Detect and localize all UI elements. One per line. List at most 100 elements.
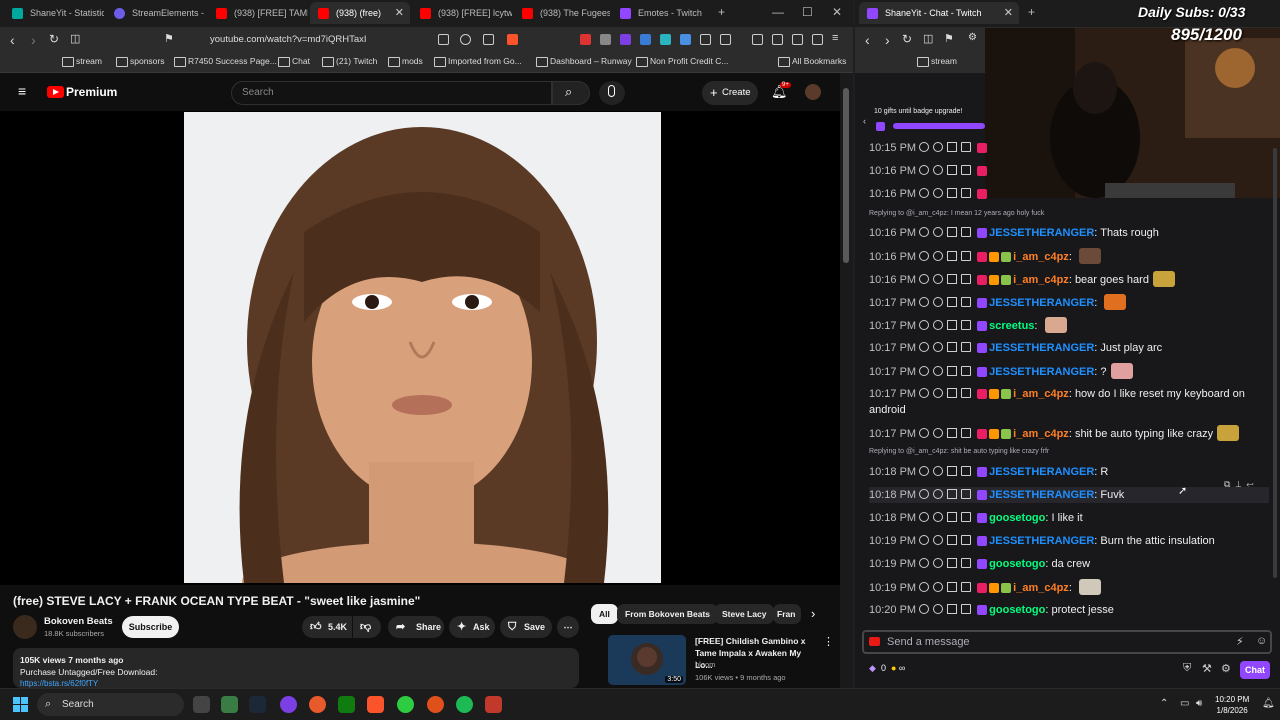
youtube-logo-icon[interactable]: [47, 86, 64, 98]
chat-username[interactable]: i_am_c4pz: [1013, 274, 1069, 286]
mod-actions[interactable]: [919, 250, 977, 262]
volume-icon[interactable]: 🔊︎: [1196, 698, 1202, 709]
delete-icon[interactable]: [961, 320, 972, 330]
chat-message[interactable]: 10:17 PM JESSETHERANGER:: [869, 294, 1269, 311]
emote-image[interactable]: [1110, 363, 1133, 379]
forward-icon[interactable]: ›: [31, 32, 36, 48]
ban-icon[interactable]: [919, 320, 930, 330]
warn-icon[interactable]: [947, 582, 958, 592]
site-settings-icon[interactable]: ⚙: [968, 32, 977, 43]
chat-message[interactable]: 10:17 PM screetus:: [869, 317, 1269, 334]
ban-icon[interactable]: [919, 388, 930, 398]
chat-message[interactable]: 10:18 PM JESSETHERANGER: R: [869, 464, 1269, 480]
chat-username[interactable]: JESSETHERANGER: [989, 466, 1094, 478]
extension-icon[interactable]: [620, 34, 631, 45]
sidebar-icon[interactable]: ◫: [923, 32, 933, 45]
tray-overflow-icon[interactable]: ⌃: [1160, 698, 1168, 709]
warn-icon[interactable]: [947, 604, 958, 614]
warn-icon[interactable]: [947, 297, 958, 307]
sidebar-icon[interactable]: ◫: [70, 32, 80, 45]
emote-image[interactable]: [1217, 425, 1240, 441]
chat-message[interactable]: 10:16 PM i_am_c4pz: bear goes hard: [869, 271, 1269, 288]
timeout-icon[interactable]: [933, 466, 944, 476]
chat-message[interactable]: 10:15 PM: [869, 140, 1269, 156]
timeout-icon[interactable]: [933, 251, 944, 261]
recommended-thumbnail[interactable]: 3:50: [608, 635, 686, 685]
windows-start-icon[interactable]: [13, 697, 28, 712]
timeout-icon[interactable]: [933, 512, 944, 522]
recommended-more-icon[interactable]: ⋮: [823, 635, 834, 648]
warn-icon[interactable]: [947, 466, 958, 476]
reload-icon[interactable]: ↻: [902, 32, 912, 46]
url-field[interactable]: youtube.com/watch?v=md7iQRHTaxI: [185, 31, 525, 49]
bookmark-all[interactable]: All Bookmarks: [778, 56, 846, 67]
collapse-icon[interactable]: ‹: [863, 116, 866, 126]
mod-actions[interactable]: [919, 465, 977, 477]
mod-actions[interactable]: [919, 273, 977, 285]
pin-icon[interactable]: ⊥: [1235, 479, 1241, 489]
chips-next-icon[interactable]: ›: [811, 606, 815, 621]
delete-icon[interactable]: [961, 227, 972, 237]
bookmark-icon[interactable]: ⚑: [944, 32, 954, 45]
mod-actions[interactable]: [919, 319, 977, 331]
extension-icon[interactable]: [600, 34, 611, 45]
bookmark-sponsors[interactable]: sponsors: [116, 56, 165, 67]
delete-icon[interactable]: [961, 251, 972, 261]
mod-actions[interactable]: [919, 603, 977, 615]
ban-icon[interactable]: [919, 142, 930, 152]
mod-actions[interactable]: [919, 226, 977, 238]
maximize-icon[interactable]: ☐: [802, 5, 813, 19]
recommended-channel[interactable]: bloom: [695, 660, 715, 669]
avatar[interactable]: [805, 84, 821, 100]
delete-icon[interactable]: [961, 604, 972, 614]
create-button[interactable]: + Create: [702, 81, 758, 105]
brave-shield-icon[interactable]: [507, 34, 518, 45]
like-button[interactable]: 👍︎ 5.4K: [302, 616, 352, 638]
chat-message[interactable]: 10:16 PM: [869, 163, 1269, 179]
new-tab-icon[interactable]: +: [1028, 5, 1035, 19]
app-icon[interactable]: [280, 696, 297, 713]
chat-input[interactable]: Send a message ⚡︎ ☺: [862, 630, 1272, 654]
chat-message[interactable]: 10:16 PM: [869, 186, 1269, 202]
cast-icon[interactable]: [438, 34, 449, 45]
chat-settings-icon[interactable]: ⚙: [1221, 662, 1231, 675]
delete-icon[interactable]: [961, 558, 972, 568]
back-icon[interactable]: ‹: [865, 32, 870, 48]
warn-icon[interactable]: [947, 489, 958, 499]
timeout-icon[interactable]: [933, 582, 944, 592]
ban-icon[interactable]: [919, 227, 930, 237]
app-icon[interactable]: [485, 696, 502, 713]
tab-statistics[interactable]: ShaneYit - Statistic: [4, 2, 104, 24]
tab-twitch-emotes[interactable]: Emotes - Twitch: [612, 2, 712, 24]
search-button[interactable]: ⌕: [552, 81, 590, 105]
bookmark-icon[interactable]: ⚑: [164, 32, 174, 45]
warn-icon[interactable]: [947, 512, 958, 522]
share-button[interactable]: ➦ Share: [388, 616, 444, 638]
chat-username[interactable]: i_am_c4pz: [1013, 388, 1069, 400]
chat-username[interactable]: JESSETHERANGER: [989, 342, 1094, 354]
reply-context[interactable]: Replying to @i_am_c4pz: I mean 12 years …: [869, 210, 1044, 217]
mod-actions[interactable]: [919, 581, 977, 593]
mod-actions[interactable]: [919, 488, 977, 500]
extension-icon[interactable]: [680, 34, 691, 45]
delete-icon[interactable]: [961, 342, 972, 352]
chat-message[interactable]: 10:17 PM JESSETHERANGER: ?: [869, 363, 1269, 380]
ban-icon[interactable]: [919, 558, 930, 568]
lightning-icon[interactable]: ⚡︎: [1236, 635, 1244, 648]
chat-username[interactable]: goosetogo: [989, 604, 1045, 616]
message-actions[interactable]: ⧉ ⊥ ↩: [1224, 479, 1254, 490]
warn-icon[interactable]: [947, 428, 958, 438]
leo-icon[interactable]: [812, 34, 823, 45]
chat-username[interactable]: JESSETHERANGER: [989, 297, 1094, 309]
delete-icon[interactable]: [961, 366, 972, 376]
ban-icon[interactable]: [919, 297, 930, 307]
tab-youtube-icytwat[interactable]: (938) [FREE] lcytwat Type: [412, 2, 512, 24]
new-tab-icon[interactable]: +: [718, 5, 725, 19]
mod-actions[interactable]: [919, 187, 977, 199]
ban-icon[interactable]: [919, 165, 930, 175]
warn-icon[interactable]: [947, 165, 958, 175]
warn-icon[interactable]: [947, 535, 958, 545]
subscribe-button[interactable]: Subscribe: [122, 616, 179, 638]
ask-button[interactable]: ✦ Ask: [449, 616, 495, 638]
steam-icon[interactable]: [249, 696, 266, 713]
